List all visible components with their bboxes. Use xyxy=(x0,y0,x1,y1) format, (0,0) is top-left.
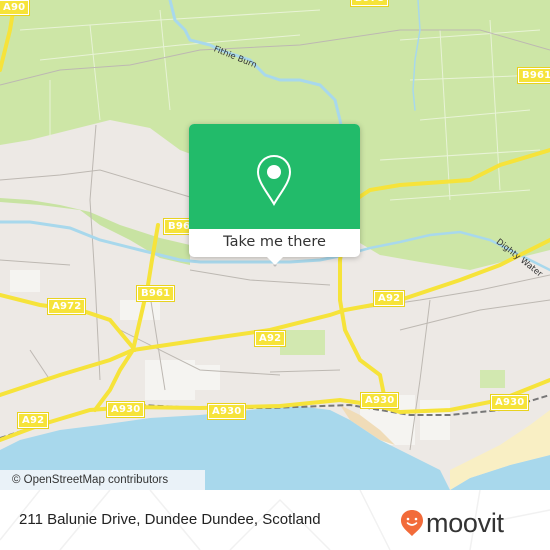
moovit-smile-pin-icon xyxy=(401,510,423,536)
road-label-a972: A972 xyxy=(48,299,86,314)
moovit-brand-text: moovit xyxy=(426,508,504,538)
green-space xyxy=(480,370,505,388)
address-text: 211 Balunie Drive, Dundee Dundee, Scotla… xyxy=(19,511,321,528)
road-label-a92-e: A92 xyxy=(374,291,405,306)
map-attribution[interactable]: © OpenStreetMap contributors xyxy=(0,470,205,490)
urban-block xyxy=(180,365,220,390)
road-label-a930-m: A930 xyxy=(361,393,399,408)
moovit-logo[interactable]: moovit xyxy=(400,509,504,537)
take-me-there-button[interactable]: Take me there xyxy=(189,229,360,257)
green-space xyxy=(280,330,325,355)
popup-pointer xyxy=(267,257,283,265)
footer: 211 Balunie Drive, Dundee Dundee, Scotla… xyxy=(0,490,550,550)
road-label-a930-c: A930 xyxy=(208,404,246,419)
road-label-b978: B978 xyxy=(351,0,389,6)
urban-block xyxy=(420,400,450,440)
road-label-a92-c: A92 xyxy=(255,331,286,346)
location-pin-icon xyxy=(256,154,292,206)
urban-block xyxy=(10,270,40,292)
destination-popup[interactable]: Take me there xyxy=(189,124,360,265)
road-label-a90: A90 xyxy=(0,0,30,15)
map-view[interactable]: A90 B978 B961 B961 B961 A972 A92 A92 A92… xyxy=(0,0,550,490)
road-label-a92-w: A92 xyxy=(18,413,49,428)
road-label-b961-ne: B961 xyxy=(518,68,550,83)
road-label-a930-w: A930 xyxy=(107,402,145,417)
road-label-a930-e: A930 xyxy=(491,395,529,410)
road-label-b961-c: B961 xyxy=(137,286,175,301)
popup-header[interactable] xyxy=(189,124,360,229)
